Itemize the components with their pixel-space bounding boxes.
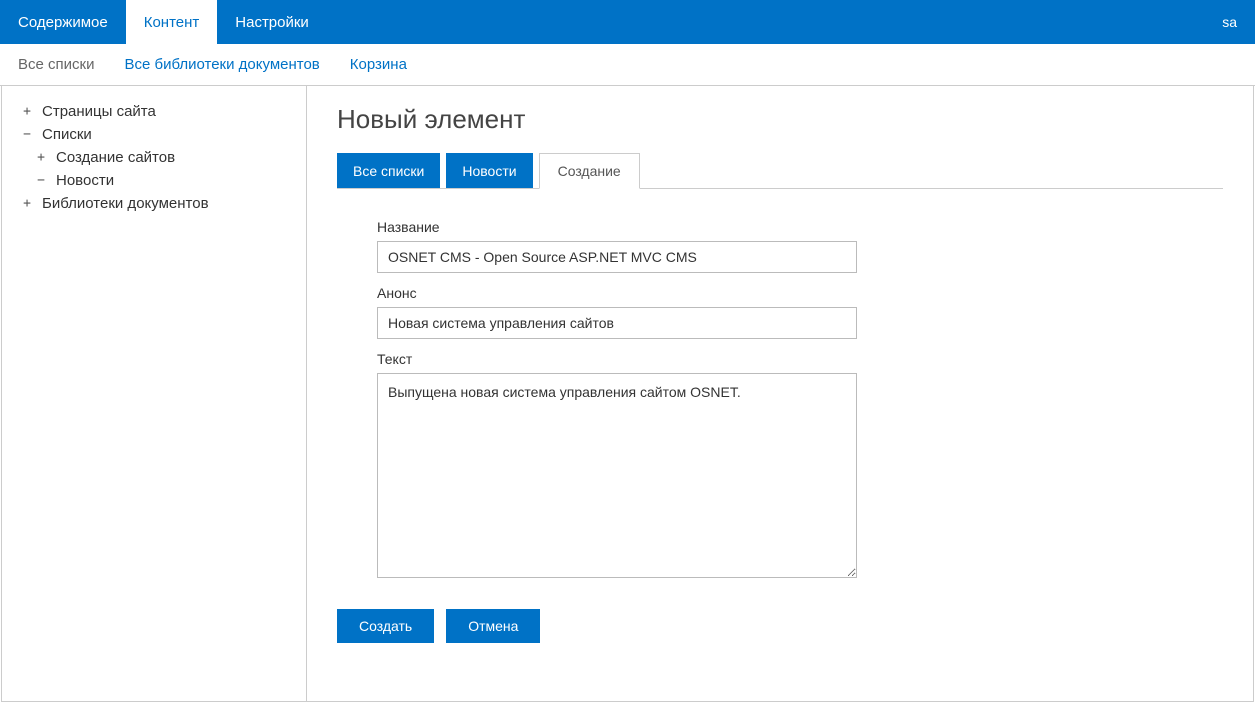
tree-item-lists[interactable]: − Списки bbox=[12, 123, 296, 146]
current-user[interactable]: sa bbox=[1204, 0, 1255, 44]
subbar-link-trash[interactable]: Корзина bbox=[350, 56, 407, 73]
expand-icon[interactable]: + bbox=[20, 196, 34, 211]
sidebar: + Страницы сайта − Списки + Создание сай… bbox=[2, 86, 307, 701]
collapse-icon[interactable]: − bbox=[34, 173, 48, 188]
announce-input[interactable] bbox=[377, 307, 857, 339]
name-label: Название bbox=[377, 219, 857, 235]
tree-item-site-pages[interactable]: + Страницы сайта bbox=[12, 100, 296, 123]
text-textarea[interactable] bbox=[377, 373, 857, 578]
tree-label: Новости bbox=[56, 172, 114, 189]
topbar-tab-content-ru[interactable]: Содержимое bbox=[0, 0, 126, 44]
topbar-tab-settings[interactable]: Настройки bbox=[217, 0, 327, 44]
subbar: Все списки Все библиотеки документов Кор… bbox=[0, 44, 1255, 86]
layout: + Страницы сайта − Списки + Создание сай… bbox=[1, 86, 1254, 702]
tree-label: Библиотеки документов bbox=[42, 195, 209, 212]
tree-label: Списки bbox=[42, 126, 92, 143]
subbar-link-all-lists[interactable]: Все списки bbox=[18, 56, 94, 73]
announce-label: Анонс bbox=[377, 285, 857, 301]
tree-item-news[interactable]: − Новости bbox=[12, 169, 296, 192]
topbar-tab-content[interactable]: Контент bbox=[126, 0, 218, 44]
text-label: Текст bbox=[377, 351, 857, 367]
expand-icon[interactable]: + bbox=[20, 104, 34, 119]
item-form: Название Анонс Текст bbox=[337, 219, 897, 581]
main-content: Новый элемент Все списки Новости Создани… bbox=[307, 86, 1253, 701]
breadcrumb: Все списки Новости Создание bbox=[337, 153, 1223, 189]
tree-item-doc-libraries[interactable]: + Библиотеки документов bbox=[12, 192, 296, 215]
breadcrumb-create-tab[interactable]: Создание bbox=[539, 153, 640, 189]
topbar: Содержимое Контент Настройки sa bbox=[0, 0, 1255, 44]
breadcrumb-all-lists[interactable]: Все списки bbox=[337, 153, 440, 188]
name-input[interactable] bbox=[377, 241, 857, 273]
tree-item-site-creation[interactable]: + Создание сайтов bbox=[12, 146, 296, 169]
collapse-icon[interactable]: − bbox=[20, 127, 34, 142]
cancel-button[interactable]: Отмена bbox=[446, 609, 540, 643]
expand-icon[interactable]: + bbox=[34, 150, 48, 165]
tree-label: Страницы сайта bbox=[42, 103, 156, 120]
breadcrumb-news[interactable]: Новости bbox=[446, 153, 532, 188]
subbar-link-all-doclibs[interactable]: Все библиотеки документов bbox=[124, 56, 319, 73]
page-title: Новый элемент bbox=[337, 104, 1223, 135]
create-button[interactable]: Создать bbox=[337, 609, 434, 643]
tree-label: Создание сайтов bbox=[56, 149, 175, 166]
form-actions: Создать Отмена bbox=[337, 609, 1223, 643]
